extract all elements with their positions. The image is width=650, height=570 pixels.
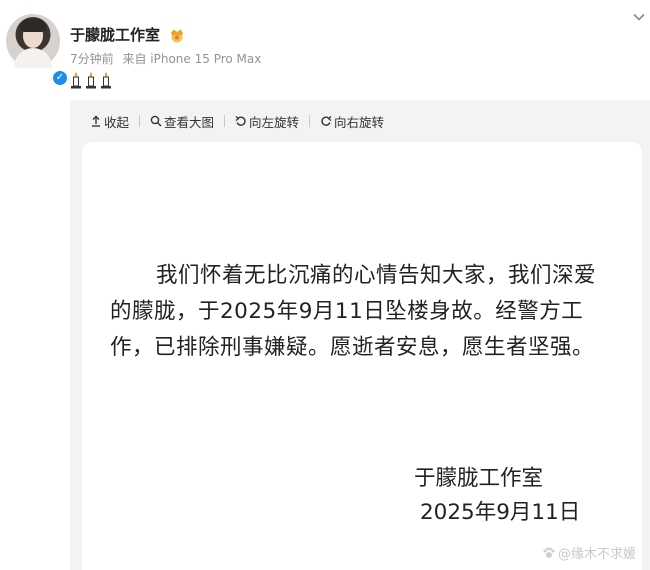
watermark-text: @缘木不求媛 xyxy=(557,547,636,562)
rotate-right-label: 向右旋转 xyxy=(334,114,385,130)
statement-signature: 于朦胧工作室 2025年9月11日 xyxy=(414,462,580,530)
rotate-left-button[interactable]: 向左旋转 xyxy=(235,112,299,131)
toolbar-divider xyxy=(224,115,226,127)
rotate-left-icon xyxy=(235,116,246,126)
candle-icon xyxy=(101,72,111,89)
weibo-post: ✓ 于朦胧工作室 7分钟前 来自 iPhone 15 Pro Max 收起 查看… xyxy=(0,0,650,570)
collapse-label: 收起 xyxy=(104,114,130,130)
candle-icon xyxy=(71,72,81,89)
view-large-button[interactable]: 查看大图 xyxy=(150,112,214,131)
author-name[interactable]: 于朦胧工作室 xyxy=(70,24,160,45)
avatar[interactable]: ✓ xyxy=(6,14,69,87)
collapse-up-icon xyxy=(92,115,100,127)
statement-body: 我们怀着无比沉痛的心情告知大家，我们深爱的朦胧，于2025年9月11日坠楼身故。… xyxy=(110,263,597,360)
image-toolbar: 收起 查看大图 向左旋转 向右旋转 xyxy=(70,100,384,142)
signature-name: 于朦胧工作室 xyxy=(414,466,544,491)
rotate-left-label: 向左旋转 xyxy=(249,114,300,130)
toolbar-divider xyxy=(139,115,141,127)
candle-icon xyxy=(86,72,96,89)
search-icon xyxy=(150,115,162,127)
statement-image[interactable]: 我们怀着无比沉痛的心情告知大家，我们深爱的朦胧，于2025年9月11日坠楼身故。… xyxy=(82,142,642,570)
verified-badge-icon: ✓ xyxy=(51,69,69,87)
paw-icon xyxy=(543,547,555,558)
signature-date: 2025年9月11日 xyxy=(420,500,581,525)
post-meta: 7分钟前 来自 iPhone 15 Pro Max xyxy=(70,50,266,67)
toolbar-divider xyxy=(309,115,311,127)
rotate-right-icon xyxy=(321,116,332,126)
post-source: 来自 iPhone 15 Pro Max xyxy=(122,52,262,66)
post-text-candles xyxy=(70,72,112,89)
post-time[interactable]: 7分钟前 xyxy=(70,52,114,66)
crown-emoji-icon xyxy=(171,29,184,42)
view-large-label: 查看大图 xyxy=(164,114,215,130)
image-viewer: 收起 查看大图 向左旋转 向右旋转 我们怀着无比沉痛的心情告知大家，我们深爱的朦… xyxy=(70,100,650,570)
collapse-button[interactable]: 收起 xyxy=(90,112,129,131)
chevron-down-icon[interactable] xyxy=(632,10,646,24)
rotate-right-button[interactable]: 向右旋转 xyxy=(320,112,384,131)
image-watermark: @缘木不求媛 xyxy=(542,543,636,562)
author-row: 于朦胧工作室 xyxy=(70,24,186,45)
